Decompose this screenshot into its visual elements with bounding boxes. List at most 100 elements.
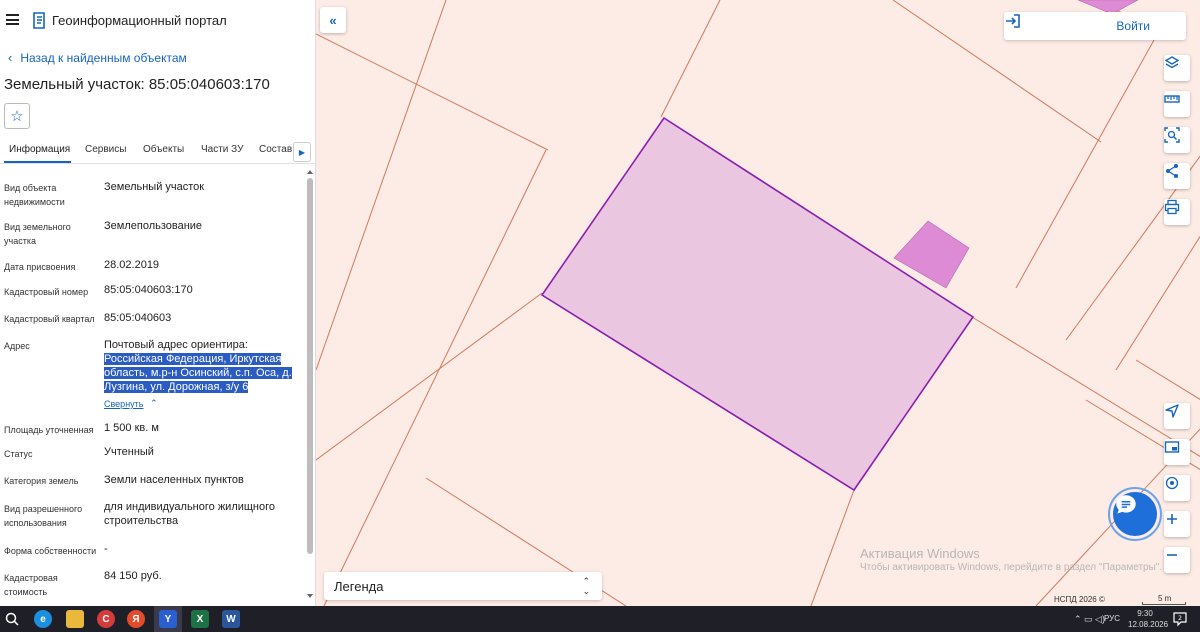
- word-icon[interactable]: W: [222, 610, 240, 628]
- boundary-line: [1115, 235, 1200, 371]
- chevron-up-icon: ⌃: [150, 398, 158, 408]
- share-icon: [1166, 164, 1178, 178]
- tab-land-parts[interactable]: Части ЗУ: [201, 144, 243, 155]
- minimap-button[interactable]: [1164, 439, 1190, 465]
- favorite-button[interactable]: ☆: [4, 103, 30, 129]
- ccleaner-icon[interactable]: C: [97, 610, 115, 628]
- legend-label: Легенда: [334, 579, 384, 594]
- page-title: Земельный участок: 85:05:040603:170: [4, 76, 270, 93]
- layers-icon: [1164, 56, 1180, 69]
- property-label: Кадастровый квартал: [4, 314, 95, 324]
- star-icon: ☆: [10, 108, 24, 125]
- map-layer: [316, 0, 1200, 606]
- login-icon: [1006, 14, 1020, 28]
- windows-activation-title: Активация Windows: [860, 546, 980, 561]
- back-link-label: Назад к найденным объектам: [20, 50, 187, 65]
- system-tray-icons[interactable]: ⌃ ▭ ◁): [1074, 614, 1105, 625]
- boundary-line: [810, 489, 855, 606]
- picture-in-picture-icon: [1164, 441, 1180, 453]
- collapse-panel-button[interactable]: «: [320, 7, 346, 33]
- boundary-line: [1015, 39, 1155, 289]
- language-indicator[interactable]: РУС: [1104, 614, 1120, 623]
- chat-support-button[interactable]: [1113, 492, 1157, 536]
- login-button[interactable]: Войти: [1004, 12, 1186, 40]
- area-select-icon: [1164, 127, 1180, 143]
- select-area-button[interactable]: [1164, 127, 1190, 153]
- windows-taskbar: e C Я Y X W ⌃ ▭ ◁) РУС 9:30 12.08.2026 2: [0, 606, 1200, 632]
- navigation-arrow-icon: [1165, 404, 1179, 418]
- property-label: Статус: [4, 449, 33, 459]
- excel-icon[interactable]: X: [191, 610, 209, 628]
- caret-right-icon: ▶: [298, 147, 306, 157]
- file-explorer-icon[interactable]: [66, 610, 84, 628]
- scroll-up-arrow-icon[interactable]: [307, 170, 313, 174]
- property-value-address: Почтовый адрес ориентира: Российская Фед…: [104, 339, 292, 393]
- boundary-line: [660, 0, 721, 118]
- plus-icon: [1167, 514, 1177, 524]
- property-value-cadastral-quarter: 85:05:040603: [104, 312, 172, 324]
- location-target-icon: [1165, 476, 1179, 490]
- boundary-line: [971, 316, 1200, 457]
- login-label: Войти: [1116, 19, 1150, 33]
- svg-text:2: 2: [1178, 615, 1182, 622]
- notification-icon[interactable]: 2: [1172, 611, 1188, 627]
- windows-activation-text: Чтобы активировать Windows, перейдите в …: [860, 562, 1163, 573]
- double-chevron-left-icon: «: [329, 12, 337, 28]
- search-icon[interactable]: [4, 611, 20, 627]
- property-label: Кадастровый номер: [4, 287, 89, 297]
- map-copyright: НСПД 2026 ©: [1054, 595, 1105, 604]
- expand-collapse-icon: ⌃ ⌄: [582, 576, 590, 596]
- legend-toggle[interactable]: Легенда ⌃ ⌄: [324, 572, 602, 600]
- object-info-panel: Геоинформационный портал ‹ Назад к найде…: [0, 0, 316, 606]
- property-value-cadastral-value: 84 150 руб.: [104, 570, 162, 582]
- layers-button[interactable]: [1164, 55, 1190, 81]
- property-label: Форма собственности: [4, 546, 97, 556]
- property-label: Вид земельного участка: [4, 222, 71, 246]
- tab-objects[interactable]: Объекты: [143, 144, 184, 155]
- yandex-icon[interactable]: Y: [159, 610, 177, 628]
- tab-composition[interactable]: Состав: [259, 144, 292, 155]
- property-label: Вид объекта недвижимости: [4, 183, 65, 207]
- boundary-line: [316, 292, 543, 461]
- my-location-button[interactable]: [1164, 403, 1190, 429]
- clock[interactable]: 9:30 12.08.2026: [1128, 608, 1168, 630]
- portal-logo-icon: [33, 12, 45, 29]
- boundary-line: [323, 149, 547, 606]
- scroll-down-arrow-icon[interactable]: [307, 594, 313, 598]
- collapse-address-link[interactable]: Свернуть: [104, 399, 143, 409]
- scroll-thumb[interactable]: [307, 178, 313, 554]
- map-canvas[interactable]: « Войти Активация Windows Чтобы активиро…: [316, 0, 1200, 606]
- property-value-area: 1 500 кв. м: [104, 422, 159, 434]
- property-label: Кадастровая стоимость: [4, 573, 58, 597]
- property-value-ownership: -: [104, 543, 108, 555]
- chat-bubble-icon: [1116, 495, 1136, 514]
- app-title: Геоинформационный портал: [52, 13, 227, 28]
- property-label: Адрес: [4, 341, 30, 351]
- chevron-left-icon: ‹: [8, 50, 13, 65]
- tab-services[interactable]: Сервисы: [85, 144, 126, 155]
- print-button[interactable]: [1164, 199, 1190, 225]
- property-label: Дата присвоения: [4, 262, 76, 272]
- property-value-land-type: Землепользование: [104, 220, 203, 232]
- scale-bar: [1142, 602, 1186, 605]
- yandex-browser-icon[interactable]: Я: [127, 610, 145, 628]
- geolocation-button[interactable]: [1164, 475, 1190, 501]
- measure-button[interactable]: [1164, 91, 1190, 117]
- selected-land-parcel: [540, 116, 975, 492]
- edge-icon[interactable]: e: [34, 610, 52, 628]
- property-label: Категория земель: [4, 476, 79, 486]
- ruler-icon: [1164, 95, 1180, 103]
- panel-scrollbar[interactable]: [306, 170, 314, 606]
- property-value-permitted-use: для индивидуального жилищного строительст…: [104, 501, 276, 527]
- zoom-in-button[interactable]: [1164, 511, 1190, 537]
- tabs-scroll-right-button[interactable]: ▶: [293, 142, 311, 162]
- minus-icon: [1167, 554, 1177, 556]
- property-value-assign-date: 28.02.2019: [104, 259, 160, 271]
- menu-icon[interactable]: [6, 14, 19, 25]
- zoom-out-button[interactable]: [1164, 547, 1190, 573]
- boundary-line: [1135, 359, 1200, 400]
- share-button[interactable]: [1164, 163, 1190, 189]
- tab-information[interactable]: Информация: [9, 144, 70, 155]
- back-to-results-link[interactable]: ‹ Назад к найденным объектам: [8, 50, 187, 65]
- property-value-cadastral-number: 85:05:040603:170: [104, 284, 193, 296]
